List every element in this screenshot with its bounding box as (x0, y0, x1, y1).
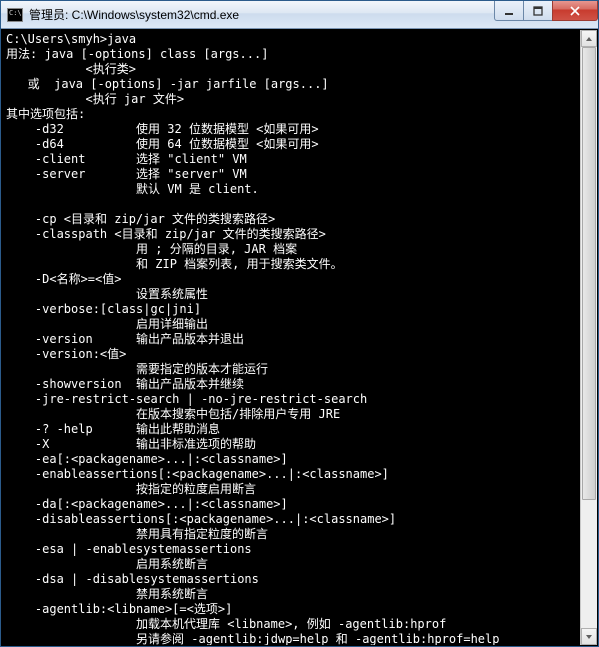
maximize-button[interactable] (523, 1, 553, 21)
scroll-up-button[interactable] (581, 30, 597, 47)
chevron-down-icon (585, 633, 593, 641)
scroll-down-button[interactable] (581, 628, 597, 645)
maximize-icon (533, 6, 543, 16)
titlebar[interactable]: 管理员: C:\Windows\system32\cmd.exe (1, 1, 598, 29)
chevron-up-icon (585, 35, 593, 43)
minimize-button[interactable] (494, 1, 524, 21)
close-button[interactable] (552, 1, 598, 21)
terminal-output[interactable]: C:\Users\smyh>java 用法: java [-options] c… (2, 30, 597, 645)
cmd-icon (7, 8, 23, 22)
scroll-thumb[interactable] (582, 47, 596, 500)
window-title: 管理员: C:\Windows\system32\cmd.exe (29, 6, 495, 23)
scroll-track[interactable] (581, 47, 597, 628)
window-controls (495, 1, 598, 21)
minimize-icon (504, 6, 514, 16)
vertical-scrollbar[interactable] (580, 30, 597, 645)
cmd-window: 管理员: C:\Windows\system32\cmd.exe C:\User… (0, 0, 599, 647)
close-icon (570, 6, 580, 16)
